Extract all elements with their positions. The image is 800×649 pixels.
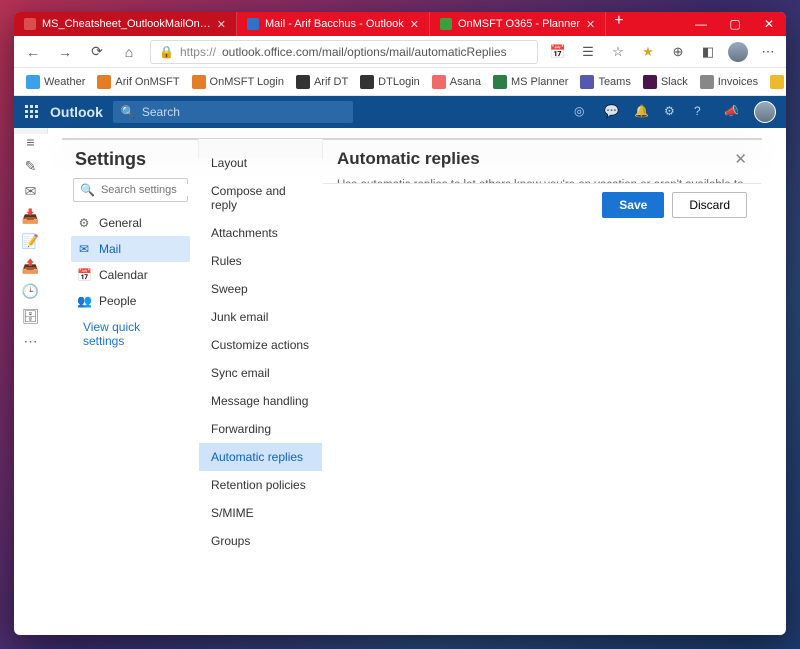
megaphone-icon[interactable]: 📣: [724, 104, 740, 120]
compose-icon[interactable]: ✎: [22, 158, 40, 175]
home-button[interactable]: ⌂: [118, 41, 140, 63]
maximize-button[interactable]: ▢: [718, 12, 752, 36]
lock-icon: 🔒: [159, 45, 174, 59]
browser-titlebar: MS_Cheatsheet_OutlookMailOn… ✕ Mail - Ar…: [14, 12, 786, 36]
hamburger-icon[interactable]: ≡: [22, 134, 40, 150]
close-icon[interactable]: ✕: [217, 18, 226, 31]
outlook-search[interactable]: 🔍 Search: [113, 101, 353, 123]
favorite2-button[interactable]: ★: [638, 42, 658, 62]
inbox-icon[interactable]: 📥: [22, 208, 40, 225]
settings-sub-item[interactable]: Sync email: [199, 359, 322, 387]
close-dialog-button[interactable]: ✕: [734, 150, 747, 168]
settings-nav-general[interactable]: ⚙General: [71, 210, 190, 236]
browser-tab[interactable]: OnMSFT O365 - Planner ✕: [430, 12, 606, 36]
favorite-link[interactable]: OnMSFT Login: [188, 73, 288, 91]
close-icon[interactable]: ✕: [410, 18, 419, 31]
url-input[interactable]: 🔒 https://outlook.office.com/mail/option…: [150, 40, 538, 64]
settings-sub-item[interactable]: Groups: [199, 527, 322, 555]
favorite-link[interactable]: Pay: [766, 73, 786, 91]
back-button[interactable]: ←: [22, 41, 44, 63]
more-icon[interactable]: ⋯: [22, 333, 40, 350]
outlook-header: Outlook 🔍 Search ◎ 💬 🔔 ⚙ ? 📣: [14, 96, 786, 128]
settings-sub-item[interactable]: S/MIME: [199, 499, 322, 527]
favorite-link[interactable]: Arif OnMSFT: [93, 73, 183, 91]
save-button[interactable]: Save: [602, 192, 664, 218]
settings-sub-item[interactable]: Attachments: [199, 219, 322, 247]
favorite-link[interactable]: Weather: [22, 73, 89, 91]
favorites-bar: WeatherArif OnMSFT OnMSFT LoginArif DTDTL…: [14, 68, 786, 96]
settings-nav-mail[interactable]: ✉Mail: [71, 236, 190, 262]
settings-sub-item[interactable]: Sweep: [199, 275, 322, 303]
refresh-button[interactable]: ⟳: [86, 41, 108, 63]
help-icon[interactable]: ?: [694, 104, 710, 120]
extension-icon[interactable]: ◧: [698, 42, 718, 62]
notifications-icon[interactable]: 🔔: [634, 104, 650, 120]
minimize-button[interactable]: —: [684, 12, 718, 36]
settings-sub-item[interactable]: Message handling: [199, 387, 322, 415]
settings-sub-item[interactable]: Layout: [199, 149, 322, 177]
settings-sub-item[interactable]: Junk email: [199, 303, 322, 331]
user-avatar[interactable]: [754, 101, 776, 123]
favorite-link[interactable]: DTLogin: [356, 73, 424, 91]
archive-icon[interactable]: 🗄: [22, 308, 40, 325]
clock-icon[interactable]: 🕒: [22, 283, 40, 300]
search-icon: 🔍: [80, 183, 95, 197]
chat-icon[interactable]: 💬: [604, 104, 620, 120]
settings-sub-item[interactable]: Forwarding: [199, 415, 322, 443]
favorite-link[interactable]: Invoices: [696, 73, 762, 91]
menu-button[interactable]: ⋯: [758, 42, 778, 62]
gear-icon[interactable]: ⚙: [664, 104, 680, 120]
close-button[interactable]: ✕: [752, 12, 786, 36]
sent-icon[interactable]: 📤: [22, 258, 40, 275]
settings-nav-people[interactable]: 👥People: [71, 288, 190, 314]
draft-icon[interactable]: 📝: [22, 233, 40, 250]
settings-title: Settings: [75, 149, 186, 170]
settings-sub-item[interactable]: Retention policies: [199, 471, 322, 499]
new-tab-button[interactable]: +: [606, 12, 631, 36]
panel-title: Automatic replies: [337, 149, 480, 169]
favorite-link[interactable]: Asana: [428, 73, 485, 91]
favorite-button[interactable]: ☆: [608, 42, 628, 62]
settings-dialog: Settings 🔍 ⚙General✉Mail📅Calendar👥People…: [62, 138, 762, 140]
outlook-brand[interactable]: Outlook: [50, 104, 103, 120]
settings-sub-item[interactable]: Automatic replies: [199, 443, 322, 471]
forward-button[interactable]: →: [54, 41, 76, 63]
favorite-link[interactable]: Arif DT: [292, 73, 352, 91]
calendar-ext-icon[interactable]: 📅: [548, 42, 568, 62]
close-icon[interactable]: ✕: [586, 18, 595, 31]
settings-sub-item[interactable]: Customize actions: [199, 331, 322, 359]
favorite-link[interactable]: MS Planner: [489, 73, 572, 91]
teams-icon[interactable]: ◎: [574, 104, 590, 120]
browser-tab[interactable]: MS_Cheatsheet_OutlookMailOn… ✕: [14, 12, 237, 36]
module-rail: ≡ ✎ ✉ 📥 📝 📤 🕒 🗄 ⋯: [14, 128, 48, 134]
settings-nav-calendar[interactable]: 📅Calendar: [71, 262, 190, 288]
settings-search[interactable]: 🔍: [73, 178, 188, 202]
profile-avatar[interactable]: [728, 42, 748, 62]
discard-button[interactable]: Discard: [672, 192, 747, 218]
mail-icon[interactable]: ✉: [22, 183, 40, 200]
favorite-link[interactable]: Slack: [639, 73, 692, 91]
browser-tab[interactable]: Mail - Arif Bacchus - Outlook ✕: [237, 12, 430, 36]
favorite-link[interactable]: Teams: [576, 73, 634, 91]
settings-sub-item[interactable]: Compose and reply: [199, 177, 322, 219]
collections-button[interactable]: ⊕: [668, 42, 688, 62]
address-bar: ← → ⟳ ⌂ 🔒 https://outlook.office.com/mai…: [14, 36, 786, 68]
view-quick-settings-link[interactable]: View quick settings: [71, 314, 190, 348]
app-launcher-icon[interactable]: [24, 104, 40, 120]
settings-sub-item[interactable]: Rules: [199, 247, 322, 275]
list-ext-icon[interactable]: ☰: [578, 42, 598, 62]
